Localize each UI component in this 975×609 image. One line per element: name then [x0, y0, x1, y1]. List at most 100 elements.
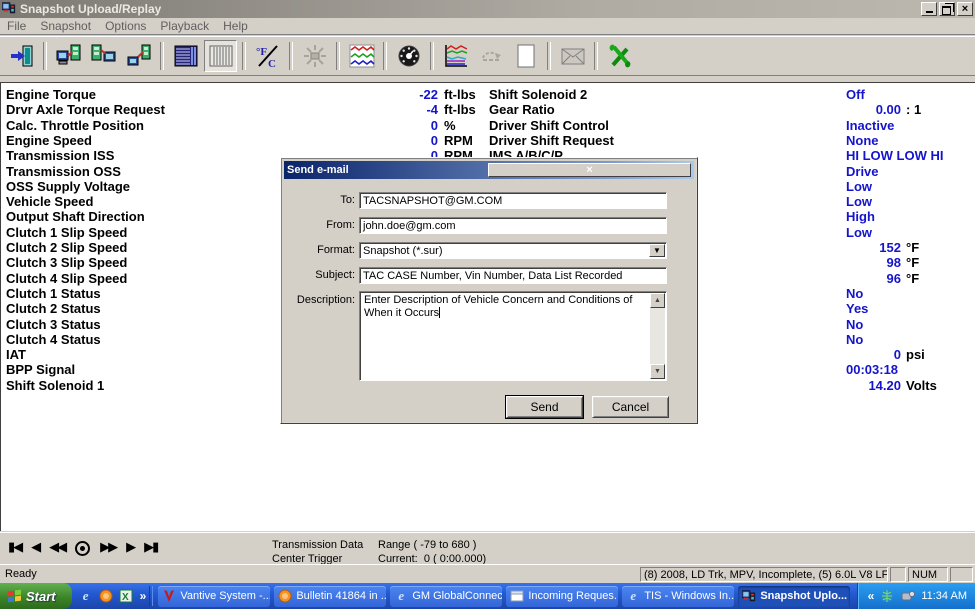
line-graph-icon[interactable] — [439, 40, 472, 72]
step-forward-button[interactable]: ▶ — [126, 537, 134, 559]
gauge-view-icon[interactable] — [392, 40, 425, 72]
svg-text:°F: °F — [256, 46, 267, 58]
parameter-name: Transmission OSS — [6, 164, 121, 179]
description-text: Enter Description of Vehicle Concern and… — [364, 294, 632, 319]
new-page-icon[interactable] — [509, 40, 542, 72]
cancel-button[interactable]: Cancel — [592, 396, 669, 418]
grid-rows-view-icon[interactable] — [169, 40, 202, 72]
device-tray-icon[interactable] — [900, 588, 916, 604]
parameter-value-right: Off — [846, 87, 901, 102]
upload-snapshot-icon[interactable] — [52, 40, 85, 72]
toolbar-separator — [43, 42, 47, 70]
from-field[interactable]: john.doe@gm.com — [359, 217, 667, 234]
scroll-down-icon[interactable]: ▼ — [650, 364, 665, 379]
parameter-name: Clutch 3 Slip Speed — [6, 255, 127, 270]
dialog-close-icon[interactable]: × — [488, 163, 691, 177]
menu-item-snapshot[interactable]: Snapshot — [33, 18, 98, 34]
description-textarea[interactable]: Enter Description of Vehicle Concern and… — [359, 291, 667, 381]
parameter-name: Vehicle Speed — [6, 194, 93, 209]
step-back-button[interactable]: ◀ — [31, 537, 39, 559]
window-icon — [510, 589, 524, 603]
flash-burst-icon[interactable] — [298, 40, 331, 72]
menu-item-playback[interactable]: Playback — [153, 18, 216, 34]
parameter-value-right: No — [846, 317, 901, 332]
to-field[interactable]: TACSNAPSHOT@GM.COM — [359, 192, 667, 209]
strip-chart-icon[interactable] — [345, 40, 378, 72]
replay-icon[interactable] — [474, 40, 507, 72]
parameter-name: BPP Signal — [6, 362, 75, 377]
parameter-name: Drvr Axle Torque Request — [6, 102, 165, 117]
quick-launch: eX — [78, 588, 134, 604]
parameter-value-right: HI LOW LOW HI — [846, 148, 901, 163]
task-button-label: Vantive System -... — [180, 590, 270, 602]
exit-icon[interactable] — [5, 40, 38, 72]
fahrenheit-celsius-icon[interactable]: °FC — [251, 40, 284, 72]
task-button-snapshot-uplo[interactable]: Snapshot Uplo... — [738, 586, 850, 607]
vehicle-info-panel: (8) 2008, LD Trk, MPV, Incomplete, (5) 6… — [640, 567, 888, 582]
quick-launch-chevron-icon[interactable]: » — [140, 589, 147, 603]
data-row: Engine Torque-22ft-lbsShift Solenoid 2Of… — [1, 87, 975, 102]
svg-text:C: C — [268, 58, 276, 69]
parameter-name: Transmission ISS — [6, 148, 114, 163]
description-scrollbar[interactable]: ▲ ▼ — [650, 293, 665, 379]
dialog-title: Send e-mail — [287, 164, 488, 176]
task-button-incoming-reques[interactable]: Incoming Reques... — [506, 586, 618, 607]
center-trigger-button[interactable] — [75, 541, 90, 556]
network-tray-icon[interactable] — [879, 588, 895, 604]
rewind-button[interactable]: ◀◀ — [49, 537, 65, 559]
data-row: Calc. Throttle Position0%Driver Shift Co… — [1, 118, 975, 133]
scroll-up-icon[interactable]: ▲ — [650, 293, 665, 308]
app-icon — [742, 589, 756, 603]
parameter-value-right: High — [846, 209, 901, 224]
parameter-unit: RPM — [444, 133, 473, 148]
task-button-bulletin-41864-in[interactable]: Bulletin 41864 in ... — [274, 586, 386, 607]
transfer-to-device-icon[interactable] — [122, 40, 155, 72]
subject-field[interactable]: TAC CASE Number, Vin Number, Data List R… — [359, 267, 667, 284]
send-button[interactable]: Send — [506, 396, 583, 418]
task-button-tis-windows-in[interactable]: eTIS - Windows In... — [622, 586, 734, 607]
from-label: From: — [287, 219, 355, 231]
menu-item-file[interactable]: File — [0, 18, 33, 34]
parameter-unit-right: °F — [906, 271, 919, 286]
task-button-vantive-system[interactable]: Vantive System -... — [158, 586, 270, 607]
toolbar: °FC — [0, 36, 975, 76]
parameter-value-right: 152 — [846, 240, 901, 255]
fast-forward-button[interactable]: ▶▶ — [100, 537, 116, 559]
orange-app-icon[interactable] — [98, 588, 114, 604]
menu-item-options[interactable]: Options — [98, 18, 153, 34]
task-button-gm-globalconnec[interactable]: eGM GlobalConnec... — [390, 586, 502, 607]
send-email-icon[interactable] — [556, 40, 589, 72]
format-select[interactable]: Snapshot (*.sur) ▼ — [359, 242, 667, 259]
grid-columns-view-icon[interactable] — [204, 40, 237, 72]
restore-button[interactable] — [939, 2, 955, 16]
num-lock-indicator: NUM — [908, 567, 948, 582]
parameter-name-right: Driver Shift Control — [489, 118, 609, 133]
parameter-name: Clutch 2 Status — [6, 301, 101, 316]
toolbar-separator — [242, 42, 246, 70]
parameter-value-right: 14.20 — [846, 378, 901, 393]
close-button[interactable]: × — [957, 2, 973, 16]
toolbar-separator — [383, 42, 387, 70]
parameter-value: 0 — [361, 133, 438, 148]
parameter-name: Clutch 4 Status — [6, 332, 101, 347]
parameter-name: IAT — [6, 347, 26, 362]
skip-to-end-button[interactable]: ▶▮ — [144, 537, 157, 559]
clock[interactable]: 11:34 AM — [921, 590, 967, 602]
parameter-value-right: Low — [846, 179, 901, 194]
tray-chevron-icon[interactable]: « — [868, 589, 875, 603]
playback-info: Transmission DataCenter Trigger — [272, 538, 363, 566]
skip-to-start-button[interactable]: ▮◀ — [8, 537, 21, 559]
menu-item-help[interactable]: Help — [216, 18, 255, 34]
chevron-down-icon[interactable]: ▼ — [649, 244, 665, 257]
minimize-button[interactable] — [921, 2, 937, 16]
parameter-unit: ft-lbs — [444, 87, 476, 102]
start-button[interactable]: Start — [0, 583, 72, 609]
toolbar-separator — [547, 42, 551, 70]
window-titlebar: Snapshot Upload/Replay × — [0, 0, 975, 18]
tools-icon[interactable] — [603, 40, 636, 72]
excel-icon[interactable]: X — [118, 588, 134, 604]
transfer-to-pc-icon[interactable] — [87, 40, 120, 72]
record-stop-button[interactable] — [167, 541, 175, 555]
parameter-name-right: Gear Ratio — [489, 102, 555, 117]
ie-icon[interactable]: e — [78, 588, 94, 604]
